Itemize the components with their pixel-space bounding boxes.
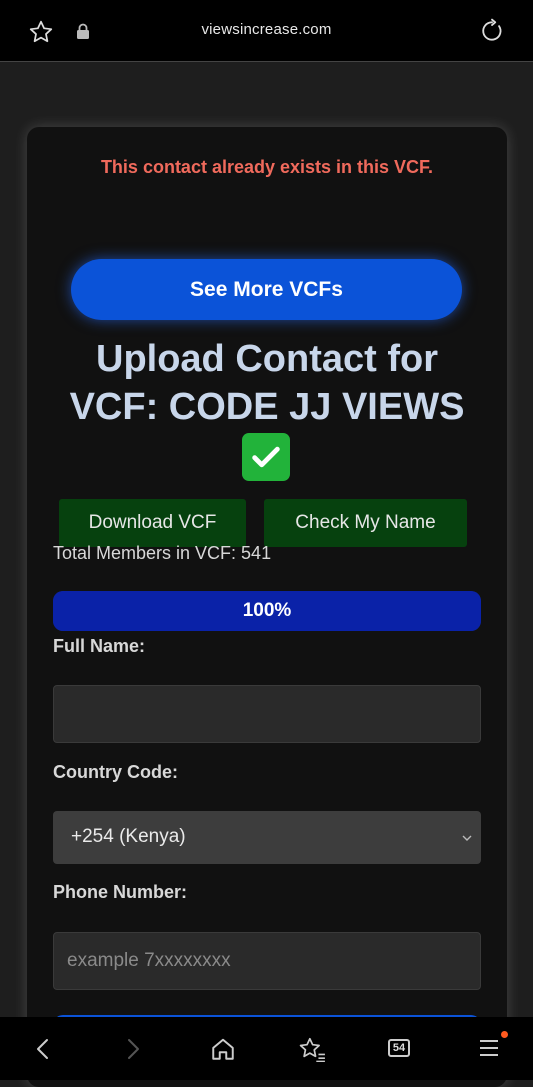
country-code-label: Country Code:: [53, 762, 178, 782]
chevron-down-icon: [461, 831, 473, 849]
notification-dot: [501, 1031, 508, 1038]
home-icon[interactable]: [210, 1036, 236, 1062]
download-vcf-button[interactable]: Download VCF: [59, 499, 246, 547]
forward-icon[interactable]: [122, 1037, 144, 1061]
check-my-name-button[interactable]: Check My Name: [264, 499, 467, 547]
check-mark-icon: [242, 433, 290, 481]
country-code-select[interactable]: +254 (Kenya): [53, 811, 481, 864]
browser-bottom-nav: 54: [0, 1017, 533, 1080]
phone-number-input[interactable]: example 7xxxxxxxx: [53, 932, 481, 990]
back-icon[interactable]: [32, 1037, 54, 1061]
upload-card: This contact already exists in this VCF.…: [27, 127, 507, 1087]
refresh-icon[interactable]: [479, 18, 505, 44]
full-name-input[interactable]: [53, 685, 481, 743]
phone-number-placeholder: example 7xxxxxxxx: [67, 950, 231, 971]
title-line-1: Upload Contact for: [96, 338, 438, 380]
country-code-value: +254 (Kenya): [71, 826, 186, 847]
page-title: Upload Contact for VCF: CODE JJ VIEWS: [27, 335, 507, 431]
browser-top-bar: viewsincrease.com: [0, 0, 533, 62]
progress-percent: 100%: [242, 600, 292, 621]
total-members-text: Total Members in VCF: 541: [53, 543, 272, 563]
error-message: This contact already exists in this VCF.: [100, 157, 434, 177]
favorites-icon[interactable]: [298, 1036, 326, 1062]
phone-number-label: Phone Number:: [53, 882, 188, 902]
menu-icon[interactable]: [478, 1037, 500, 1059]
see-more-vcfs-button[interactable]: See More VCFs: [71, 259, 462, 320]
full-name-label: Full Name:: [53, 636, 146, 656]
tabs-icon[interactable]: 54: [388, 1039, 410, 1057]
address-bar-url[interactable]: viewsincrease.com: [0, 21, 533, 38]
title-line-2: VCF: CODE JJ VIEWS: [69, 386, 465, 428]
progress-bar: 100%: [53, 591, 481, 631]
